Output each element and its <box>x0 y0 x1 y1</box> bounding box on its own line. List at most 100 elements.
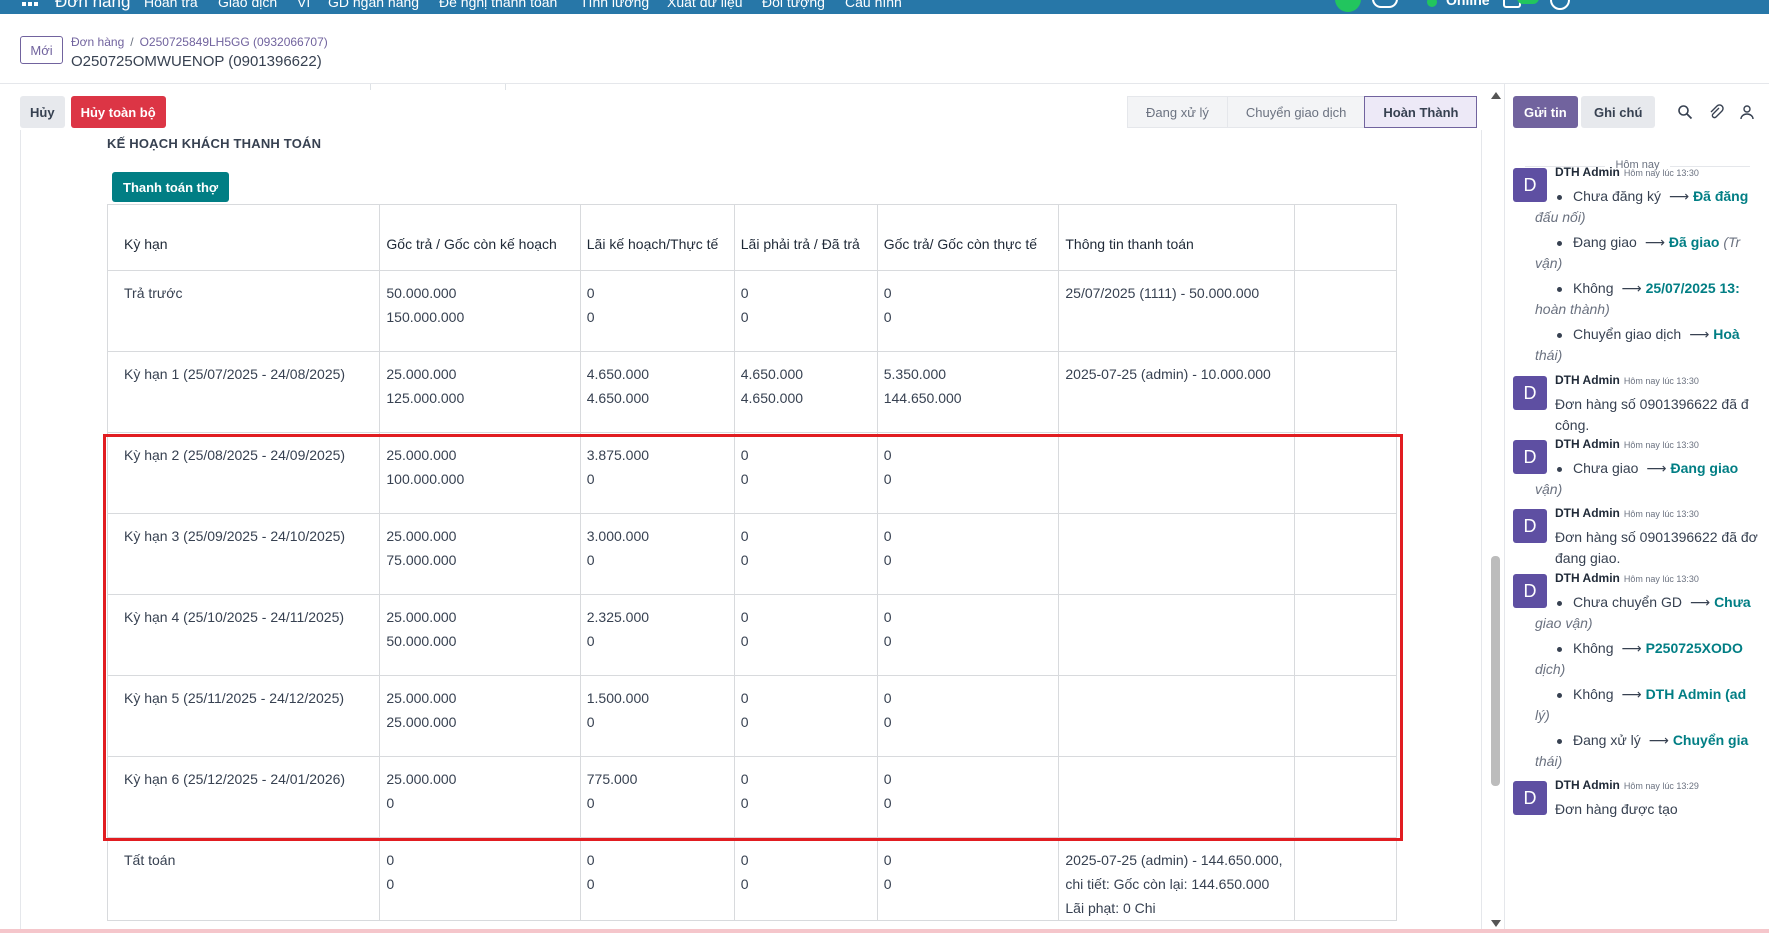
field-name: dịch) <box>1535 661 1566 677</box>
interest-due-cell: 00 <box>733 756 878 838</box>
field-name: thái) <box>1535 753 1563 769</box>
table-row[interactable]: Kỳ hạn 3 (25/09/2025 - 24/10/2025) 25.000… <box>106 513 1397 595</box>
author-name[interactable]: DTH Admin <box>1555 778 1620 792</box>
term-cell: Kỳ hạn 4 (25/10/2025 - 24/11/2025) <box>106 594 381 676</box>
form-scrollbar[interactable] <box>1488 88 1502 933</box>
old-value: Không <box>1573 686 1614 702</box>
column-header[interactable]: Gốc trả / Gốc còn kế hoạch <box>379 204 581 271</box>
interest-cell-value: 0 <box>586 552 595 568</box>
menu-item-gd-ngan-hang[interactable]: GD ngân hàng <box>328 0 419 10</box>
pay-worker-button[interactable]: Thanh toán thợ <box>112 172 230 202</box>
scroll-up-icon[interactable] <box>1491 92 1501 99</box>
table-row[interactable]: Kỳ hạn 5 (25/11/2025 - 24/12/2025) 25.000… <box>106 675 1397 757</box>
menu-item-hoan-tra[interactable]: Hoàn trả <box>144 0 198 10</box>
search-icon[interactable] <box>1677 104 1693 120</box>
actual-principal-cell-value: 144.650.000 <box>883 390 962 406</box>
column-header[interactable]: Lãi kế hoạch/Thực tế <box>579 204 735 271</box>
breadcrumb-parent[interactable]: O250725849LH5GG (0932066707) <box>140 35 328 49</box>
user-icon[interactable] <box>1739 104 1755 120</box>
actual-principal-cell-value: 0 <box>883 552 892 568</box>
interest-due-cell-value: 0 <box>740 447 749 463</box>
actual-principal-cell: 00 <box>876 756 1060 838</box>
actual-principal-cell: 00 <box>876 675 1060 757</box>
new-button[interactable]: Mới <box>20 36 63 64</box>
author-name[interactable]: DTH Admin <box>1555 437 1620 451</box>
arrow-right-icon: ⟶ <box>1689 594 1711 610</box>
menu-item-xuat-du-lieu[interactable]: Xuất dữ liệu <box>667 0 743 10</box>
breadcrumb-root[interactable]: Đơn hàng <box>71 35 124 49</box>
principal-cell-value: 150.000.000 <box>386 309 465 325</box>
message-author: DTH Admin Hôm nay lúc 13:30 <box>1555 506 1699 520</box>
column-header[interactable]: Thông tin thanh toán <box>1058 204 1296 271</box>
avatar[interactable]: D <box>1513 781 1547 815</box>
column-header[interactable]: Gốc trả/ Gốc còn thực tế <box>876 204 1060 271</box>
send-message-button[interactable]: Gửi tin <box>1513 96 1578 128</box>
term-cell-value: Kỳ hạn 2 (25/08/2025 - 24/09/2025) <box>124 447 346 463</box>
table-row[interactable]: Kỳ hạn 6 (25/12/2025 - 24/01/2026) 25.000… <box>106 756 1397 838</box>
bullet <box>1557 286 1562 292</box>
message-author: DTH Admin Hôm nay lúc 13:30 <box>1555 165 1699 179</box>
interest-cell-value: 2.325.000 <box>586 609 650 625</box>
tracking-change: Không ⟶ DTH Admin (ad <box>1557 684 1746 705</box>
menu-item-giao-dich[interactable]: Giao dịch <box>218 0 277 10</box>
extra-cell <box>1294 432 1397 514</box>
online-status[interactable]: Online <box>1446 0 1490 8</box>
status-step-completed[interactable]: Hoàn Thành <box>1364 96 1478 128</box>
term-cell-value: Kỳ hạn 4 (25/10/2025 - 24/11/2025) <box>124 609 345 625</box>
column-header[interactable]: Kỳ hạn <box>106 204 381 271</box>
author-name[interactable]: DTH Admin <box>1555 571 1620 585</box>
author-name[interactable]: DTH Admin <box>1555 165 1620 179</box>
link-icon[interactable] <box>1372 0 1398 8</box>
interest-due-cell: 00 <box>733 594 878 676</box>
menu-item-doi-tuong[interactable]: Đối tượng <box>762 0 825 10</box>
scrollbar-thumb[interactable] <box>1491 556 1500 786</box>
table-row[interactable]: Trả trước 50.000.000 150.000.000 0 0 0 0 0 0 25/0… <box>106 270 1397 352</box>
term-cell-value: Trả trước <box>124 285 183 301</box>
author-name[interactable]: DTH Admin <box>1555 506 1620 520</box>
field-name-start: (Tr <box>1723 234 1741 250</box>
app-brand[interactable]: Đơn hàng <box>55 0 130 12</box>
table-row[interactable]: Kỳ hạn 4 (25/10/2025 - 24/11/2025) 25.000… <box>106 594 1397 676</box>
term-cell-value: Kỳ hạn 5 (25/11/2025 - 24/12/2025) <box>124 690 345 706</box>
interest-cell-value: 4.650.000 <box>586 366 650 382</box>
old-value: Chưa chuyển GD <box>1573 594 1682 610</box>
action-bar: Hủy Hủy toàn bộ <box>20 96 166 130</box>
status-step-processing[interactable]: Đang xử lý <box>1127 96 1227 128</box>
avatar[interactable]: D <box>1513 376 1547 410</box>
menu-item-vi[interactable]: Ví <box>297 0 310 10</box>
cancel-button[interactable]: Hủy <box>20 96 65 128</box>
table-row[interactable]: Kỳ hạn 1 (25/07/2025 - 24/08/2025) 25.000… <box>106 351 1397 433</box>
clock-icon[interactable] <box>1550 0 1570 10</box>
menu-item-de-nghi-thanh-toan[interactable]: Đề nghị thanh toán <box>439 0 557 10</box>
arrow-right-icon: ⟶ <box>1646 460 1667 476</box>
old-value: Chưa giao <box>1573 460 1639 476</box>
interest-due-cell: 00 <box>733 432 878 514</box>
actual-principal-cell: 00 <box>876 270 1060 352</box>
term-cell: Tất toán <box>106 837 381 921</box>
breadcrumb: Đơn hàng / O250725849LH5GG (0932066707) <box>71 35 328 49</box>
interest-due-cell: 00 <box>733 675 878 757</box>
author-name[interactable]: DTH Admin <box>1555 373 1620 387</box>
cancel-all-button[interactable]: Hủy toàn bộ <box>70 96 166 128</box>
table-row[interactable]: Kỳ hạn 2 (25/08/2025 - 24/09/2025) 25.000… <box>106 432 1397 514</box>
avatar[interactable]: D <box>1513 509 1547 543</box>
menu-item-tinh-luong[interactable]: Tính lương <box>580 0 649 10</box>
avatar[interactable]: D <box>1513 440 1547 474</box>
message-author: DTH Admin Hôm nay lúc 13:30 <box>1555 571 1699 585</box>
avatar[interactable]: D <box>1513 168 1547 202</box>
field-name: vận) <box>1535 481 1563 497</box>
apps-grid-icon[interactable] <box>22 0 38 12</box>
status-step-transfer[interactable]: Chuyển giao dịch <box>1226 96 1365 128</box>
paperclip-icon[interactable] <box>1708 104 1724 120</box>
scroll-down-icon[interactable] <box>1491 920 1501 927</box>
avatar[interactable]: D <box>1513 574 1547 608</box>
extra-cell <box>1294 513 1397 595</box>
principal-cell-value: 25.000.000 <box>386 690 457 706</box>
column-header[interactable]: Lãi phải trả / Đã trả <box>733 204 878 271</box>
log-note-button[interactable]: Ghi chú <box>1581 96 1656 128</box>
extra-cell <box>1294 270 1397 352</box>
chat-scrollbar[interactable] <box>1759 84 1769 933</box>
payment-info-cell <box>1058 756 1296 838</box>
menu-item-cau-hinh[interactable]: Cấu hình <box>845 0 902 10</box>
table-row[interactable]: Tất toán 0 0 0 0 0 0 0 0 2025-07-25 (admin) - 144… <box>106 837 1397 921</box>
